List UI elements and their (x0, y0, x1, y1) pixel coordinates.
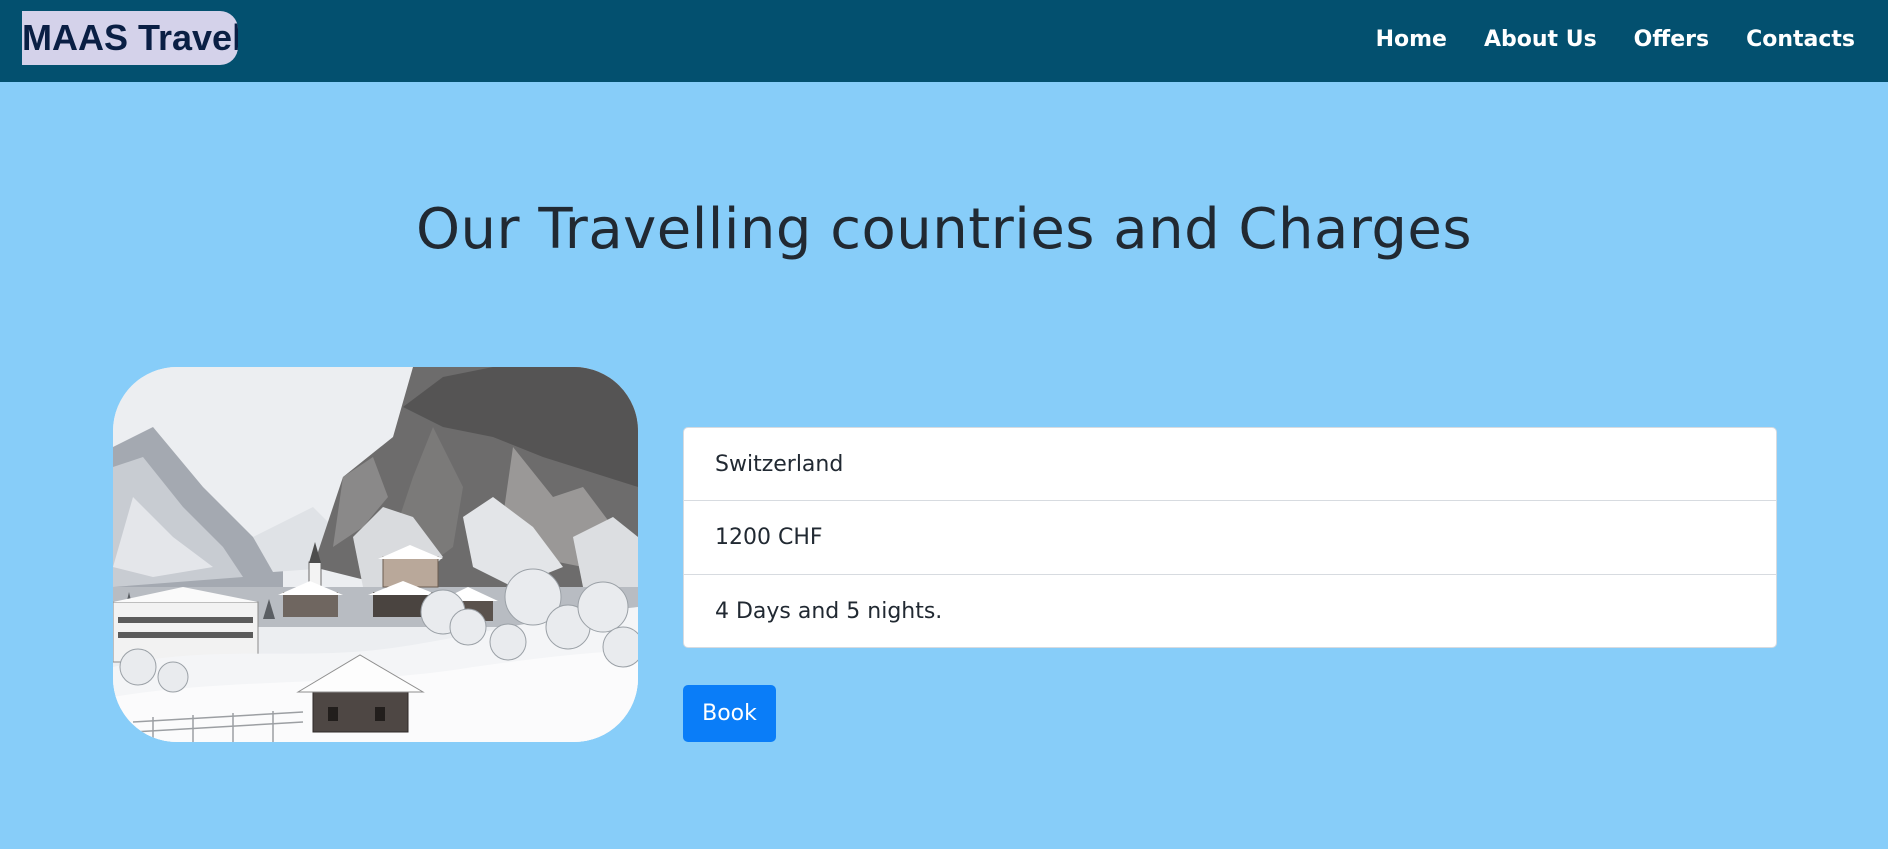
top-navbar: MAAS Travel Home About Us Offers Contact… (0, 0, 1888, 82)
offer-country: Switzerland (684, 428, 1776, 502)
page-title: Our Travelling countries and Charges (415, 197, 1473, 262)
nav-link-offers[interactable]: Offers (1634, 27, 1709, 52)
snowy-village-photo (113, 367, 638, 742)
nav-link-home[interactable]: Home (1376, 27, 1447, 52)
book-button[interactable]: Book (683, 685, 776, 742)
offer-price: 1200 CHF (684, 501, 1776, 575)
nav-menu: Home About Us Offers Contacts (1339, 0, 1855, 78)
brand-logo[interactable]: MAAS Travel (22, 11, 238, 65)
destination-photo (113, 367, 638, 742)
offer-duration: 4 Days and 5 nights. (715, 598, 943, 624)
offer-details-list: Switzerland 1200 CHF 4 Days and 5 nights… (683, 427, 1777, 648)
nav-link-about-us[interactable]: About Us (1484, 27, 1597, 52)
nav-link-contacts[interactable]: Contacts (1746, 27, 1855, 52)
